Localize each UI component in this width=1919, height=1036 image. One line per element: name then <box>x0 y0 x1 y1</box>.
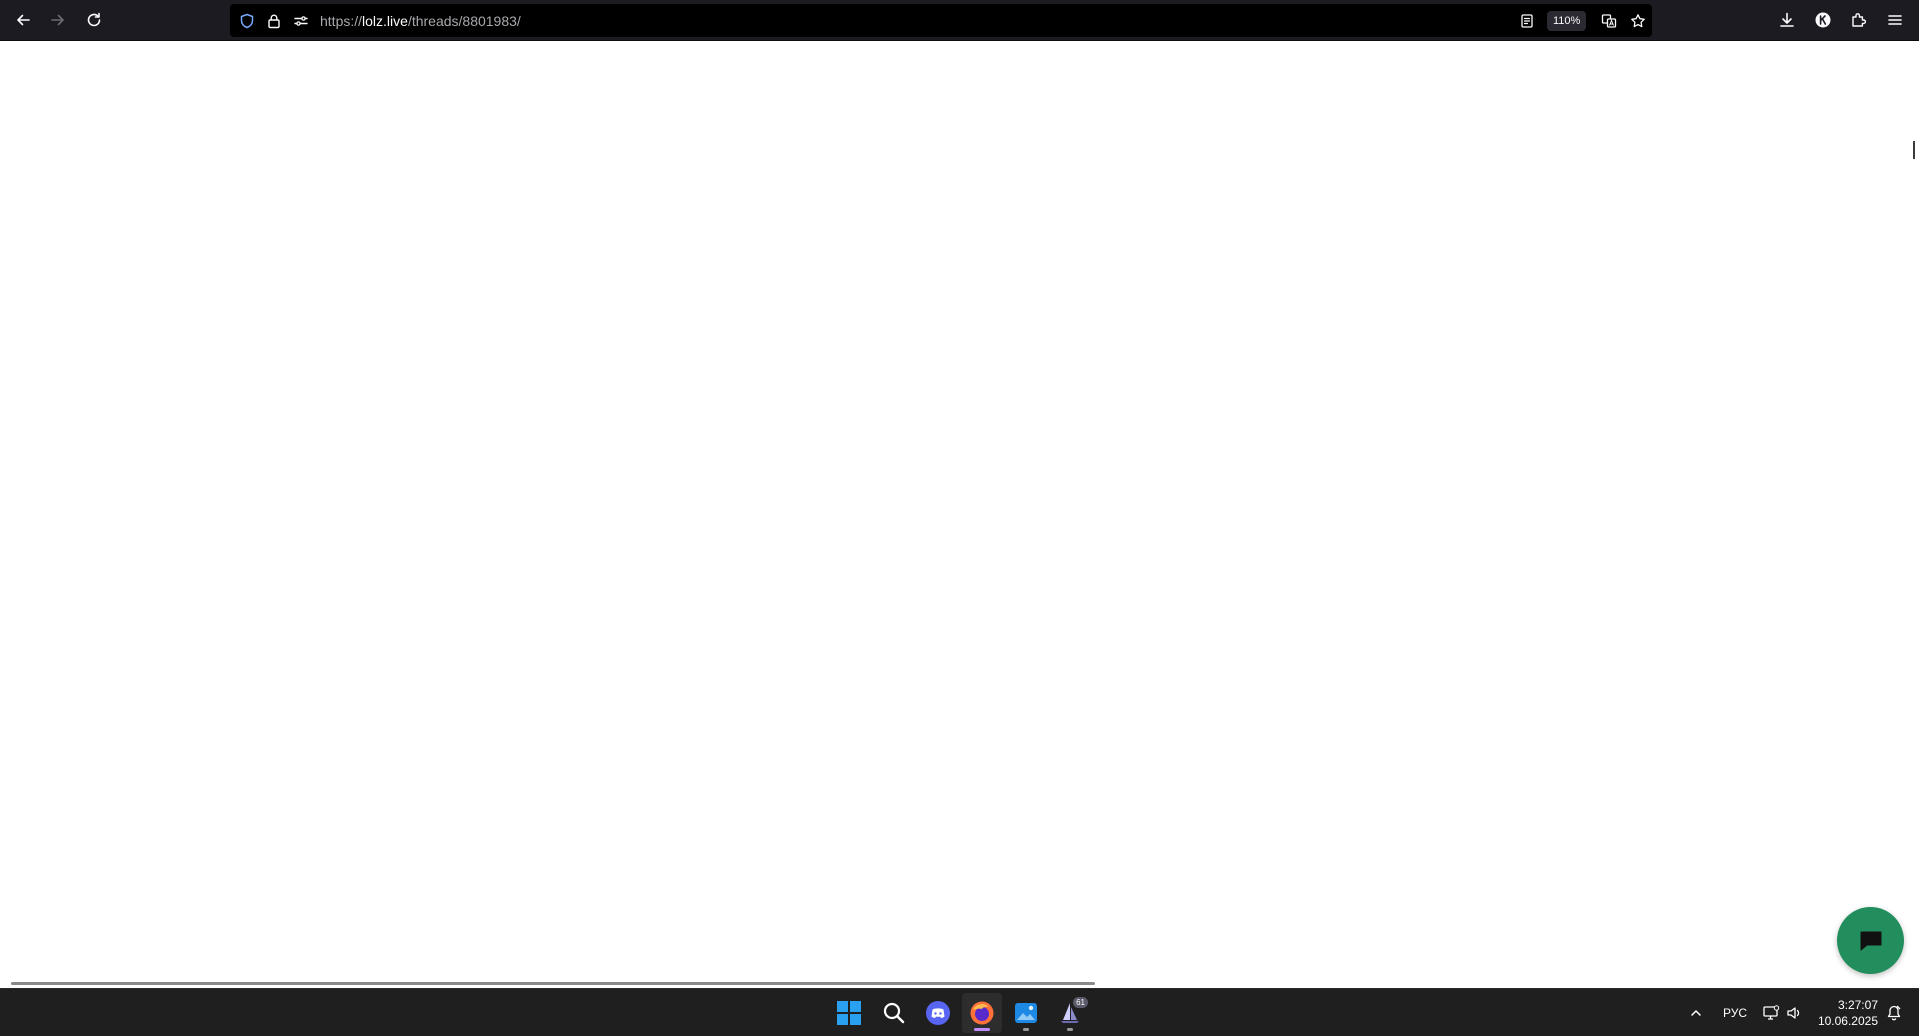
taskbar-search-button[interactable] <box>874 993 914 1033</box>
account-icon <box>1815 12 1831 28</box>
star-icon <box>1631 14 1645 28</box>
firefox-active-indicator <box>974 1028 990 1031</box>
speaker-icon <box>1787 1007 1800 1019</box>
search-icon <box>883 1002 905 1024</box>
app-notification-badge: 61 <box>1073 997 1088 1008</box>
taskbar-discord[interactable] <box>918 993 958 1033</box>
taskbar-photos[interactable] <box>1006 993 1046 1033</box>
horizontal-scrollbar-thumb[interactable] <box>11 982 1095 985</box>
url-path: /threads/8801983/ <box>407 13 521 29</box>
account-button[interactable] <box>1806 4 1840 36</box>
notifications-button[interactable] <box>1882 1001 1906 1025</box>
address-bar[interactable]: https://lolz.live/threads/8801983/ 110% <box>230 4 1652 37</box>
puzzle-icon <box>1852 13 1867 27</box>
tracking-protection-button[interactable] <box>238 12 256 30</box>
browser-toolbar: https://lolz.live/threads/8801983/ 110% <box>0 0 1919 41</box>
downloads-button[interactable] <box>1770 4 1804 36</box>
network-status-button[interactable] <box>1760 1001 1782 1025</box>
clock-time: 3:27:07 <box>1837 998 1878 1012</box>
translate-icon <box>1601 14 1617 28</box>
chevron-up-icon <box>1691 1010 1701 1016</box>
url-host: lolz.live <box>362 13 408 29</box>
hamburger-menu-icon <box>1888 15 1902 25</box>
vertical-scrollbar-thumb[interactable] <box>1913 141 1915 159</box>
reader-view-button[interactable] <box>1518 12 1536 30</box>
discord-icon <box>926 1001 950 1025</box>
lock-icon <box>268 14 280 29</box>
screen: https://lolz.live/threads/8801983/ 110% <box>0 0 1919 1036</box>
reload-button[interactable] <box>77 4 111 36</box>
arrow-right-icon <box>51 14 64 26</box>
extensions-button[interactable] <box>1842 4 1876 36</box>
network-icon <box>1763 1005 1780 1020</box>
windows-logo-icon <box>837 1001 861 1025</box>
start-button[interactable] <box>829 993 869 1033</box>
translate-button[interactable] <box>1600 12 1618 30</box>
clock-date: 10.06.2025 <box>1817 1014 1878 1028</box>
volume-button[interactable] <box>1783 1001 1805 1025</box>
permissions-icon <box>294 16 308 26</box>
show-hidden-icons-button[interactable] <box>1684 1001 1708 1025</box>
notification-bell-icon <box>1887 1005 1901 1021</box>
connection-security-button[interactable] <box>265 12 283 30</box>
system-clock[interactable]: 3:27:07 10.06.2025 <box>1814 997 1878 1029</box>
taskbar-app-61[interactable]: 61 <box>1050 993 1090 1033</box>
page-content <box>0 41 1919 988</box>
firefox-icon <box>970 1001 994 1025</box>
chat-bubble-icon <box>1860 931 1881 950</box>
chat-button[interactable] <box>1837 907 1904 974</box>
bookmark-button[interactable] <box>1629 12 1647 30</box>
taskbar-firefox[interactable] <box>962 993 1002 1033</box>
back-button[interactable] <box>6 4 40 36</box>
download-icon <box>1780 12 1794 27</box>
app-menu-button[interactable] <box>1878 4 1912 36</box>
language-indicator[interactable]: РУС <box>1718 1001 1752 1025</box>
reader-view-icon <box>1521 14 1533 28</box>
arrow-left-icon <box>17 14 30 26</box>
shield-icon <box>240 13 254 29</box>
photos-icon <box>1015 1003 1037 1023</box>
photos-indicator <box>1023 1028 1029 1031</box>
app-61-indicator <box>1067 1028 1073 1031</box>
windows-taskbar: 61 РУС 3:27:07 10.06.2025 <box>0 988 1919 1036</box>
zoom-level-button[interactable]: 110% <box>1547 11 1587 31</box>
url-text[interactable]: https://lolz.live/threads/8801983/ <box>320 13 521 29</box>
reload-icon <box>87 12 101 27</box>
permissions-button[interactable] <box>292 12 310 30</box>
url-scheme: https:// <box>320 13 363 29</box>
forward-button[interactable] <box>41 4 75 36</box>
